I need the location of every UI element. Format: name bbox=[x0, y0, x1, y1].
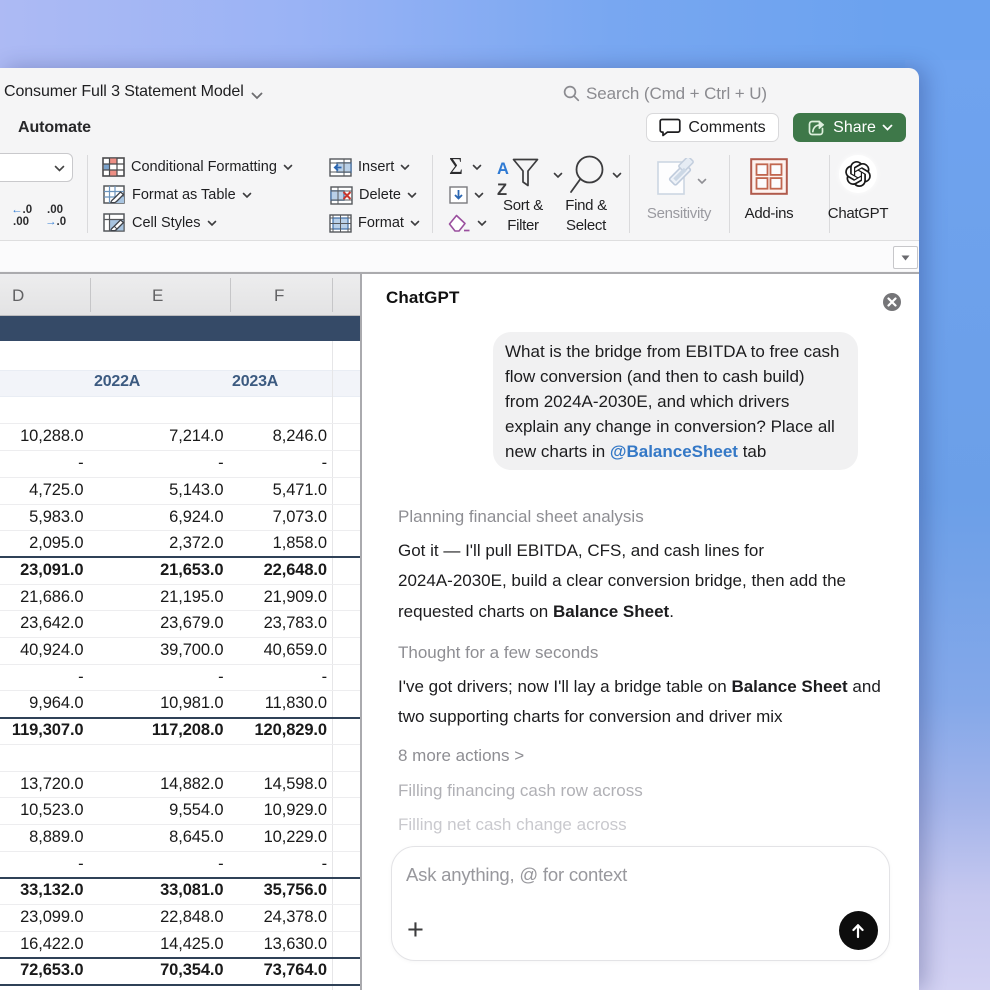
svg-text:A: A bbox=[497, 160, 509, 178]
